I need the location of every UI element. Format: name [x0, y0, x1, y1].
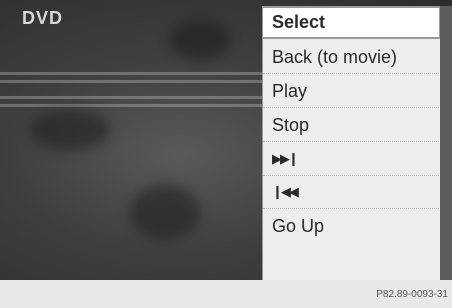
video-shadow [170, 20, 230, 60]
menu-item-label: Select [272, 12, 326, 32]
dvd-context-menu: Select Back (to movie) Play Stop ▶▶❙ ❙◀◀… [262, 6, 441, 280]
menu-item-select[interactable]: Select [263, 6, 441, 39]
video-streak [0, 96, 262, 99]
menu-item-label: Play [272, 80, 308, 101]
menu-item-back-to-movie[interactable]: Back (to movie) [263, 41, 441, 74]
video-shadow [30, 110, 110, 150]
menu-item-next-track[interactable]: ▶▶❙ [263, 143, 441, 176]
figure-reference: P82.89-0093-31 [376, 289, 448, 300]
skip-back-icon: ❙◀◀ [272, 184, 299, 199]
menu-item-label: Go Up [272, 216, 325, 236]
video-screen: DVD Select Back (to movie) Play Stop ▶▶❙… [0, 0, 452, 280]
skip-forward-icon: ▶▶❙ [272, 151, 299, 166]
menu-item-go-up[interactable]: Go Up [263, 210, 441, 243]
video-frame [0, 0, 262, 280]
source-label: DVD [22, 8, 64, 28]
menu-scrollbar [440, 6, 452, 280]
menu-item-play[interactable]: Play [263, 75, 441, 108]
video-shadow [130, 185, 200, 240]
menu-item-previous-track[interactable]: ❙◀◀ [263, 176, 441, 209]
menu-item-label: Back (to movie) [272, 46, 398, 67]
video-streak [0, 72, 262, 75]
menu-item-label: Stop [272, 114, 310, 135]
video-streak [0, 80, 262, 83]
video-streak [0, 104, 262, 107]
menu-item-stop[interactable]: Stop [263, 109, 441, 142]
